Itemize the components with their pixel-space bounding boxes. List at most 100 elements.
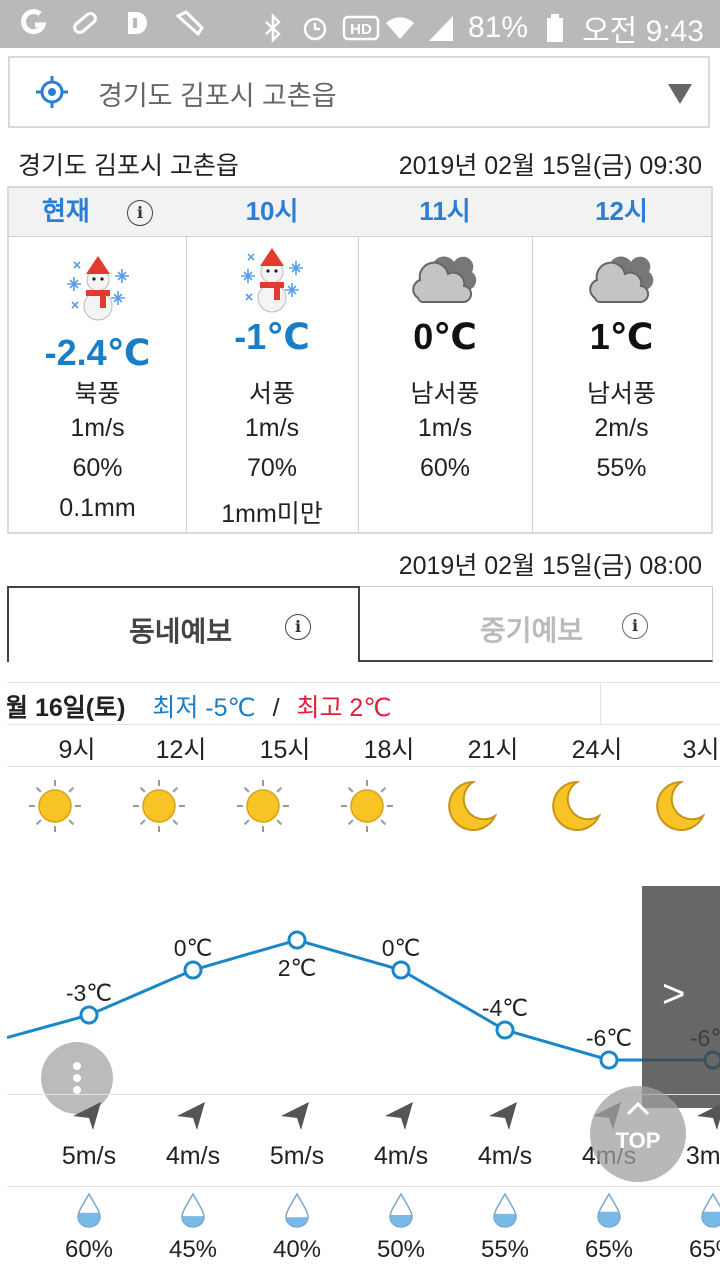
- hour-label: 3시: [682, 736, 720, 764]
- tab-label: 중기예보: [480, 615, 584, 646]
- hour-label: 15시: [259, 736, 311, 764]
- hourly-forecast[interactable]: 월 16일(토) 최저 -5℃ / 최고 2℃ 9시 12시 15시 18시 21시 24…: [7, 662, 720, 1280]
- current-col-11: 11시 0℃ 남서풍 1m/s 60%: [358, 188, 533, 532]
- rainfall: 0.1mm: [59, 494, 136, 522]
- wind-speed: 4m/s: [165, 1142, 221, 1170]
- wind-dir: 북풍: [74, 380, 121, 408]
- hour-label: 12시: [155, 736, 207, 764]
- wind-speed: 4m/s: [373, 1142, 429, 1170]
- temp-point: [183, 960, 203, 980]
- raindrop-icon: [285, 1192, 309, 1228]
- raindrop-icon: [389, 1192, 413, 1228]
- temp-point: [495, 1020, 515, 1040]
- tab-label: 동네예보: [129, 616, 233, 647]
- cloudy-icon: [588, 256, 653, 304]
- wifi-icon: [384, 13, 415, 43]
- temp-label: 0℃: [382, 935, 421, 961]
- location-selector[interactable]: 경기도 김포시 고촌읍: [8, 56, 710, 128]
- temp-point: [599, 1050, 619, 1070]
- day-summary: 월 16일(토) 최저 -5℃ / 최고 2℃: [7, 688, 391, 724]
- temp: -2.4℃: [44, 332, 151, 373]
- humidity: 70%: [246, 454, 298, 482]
- temp-label: 2℃: [278, 955, 317, 981]
- precip-percent: 50%: [376, 1236, 426, 1263]
- wind-direction-icon: [697, 1104, 720, 1130]
- info-icon[interactable]: i: [127, 200, 154, 227]
- raindrop-icon: [701, 1192, 720, 1228]
- signal-icon: [426, 13, 456, 43]
- alarm-icon: [300, 13, 330, 43]
- temp-point: [287, 930, 307, 950]
- day-label: 월 16일(토): [7, 694, 126, 722]
- location-text: 경기도 김포시 고촌읍: [98, 81, 337, 111]
- wind-speed: 2m/s: [594, 414, 649, 442]
- rainfall: 1mm미만: [221, 500, 323, 528]
- current-location-icon[interactable]: [34, 74, 70, 110]
- moon-icon: [656, 780, 706, 831]
- wind-speed: 1m/s: [70, 414, 125, 442]
- snowman-icon: [66, 256, 129, 321]
- app-notification-icon: [18, 8, 48, 38]
- current-col-10: 10시 -1℃ 서풍 1m/s 70% 1mm미만: [186, 188, 359, 532]
- precip-percent: 60%: [64, 1236, 114, 1263]
- min-temp: 최저 -5℃: [152, 694, 256, 722]
- raindrop-icon: [77, 1192, 101, 1228]
- wind-speed: 1m/s: [417, 414, 473, 442]
- precip-percent: 55%: [480, 1236, 530, 1263]
- dropdown-arrow-icon[interactable]: [666, 82, 694, 106]
- hour-label: 9시: [58, 736, 96, 764]
- pill-icon: [70, 8, 100, 38]
- humidity: 55%: [596, 454, 647, 482]
- hour-label: 18시: [363, 736, 415, 764]
- temp-point: [391, 960, 411, 980]
- next-arrow: >: [662, 972, 686, 1016]
- sun-icon: [237, 780, 289, 832]
- status-bar: HD 81% 오전 9:43: [0, 0, 720, 48]
- top-label: TOP: [615, 1128, 661, 1153]
- current-place: 경기도 김포시 고촌읍: [18, 152, 239, 180]
- max-temp: 최고 2℃: [296, 694, 392, 722]
- humidity: 60%: [419, 454, 471, 482]
- d-app-icon: [122, 8, 152, 38]
- wind-speed: 5m/s: [269, 1142, 325, 1170]
- cloudy-icon: [412, 256, 477, 304]
- current-timestamp: 2019년 02월 15일(금) 09:30: [398, 152, 702, 180]
- forecast-timestamp: 2019년 02월 15일(금) 08:00: [398, 552, 702, 580]
- info-icon[interactable]: i: [285, 614, 311, 640]
- wind-speed: 4m/s: [477, 1142, 533, 1170]
- moon-icon: [448, 780, 498, 831]
- wind-dir: 남서풍: [410, 380, 480, 408]
- next-page-button[interactable]: >: [642, 886, 720, 1108]
- bluetooth-icon: [258, 12, 288, 44]
- tab-mid-forecast[interactable]: 중기예보 i: [360, 586, 713, 662]
- hd-icon: HD: [342, 13, 380, 43]
- temp-label: -3℃: [66, 980, 112, 1006]
- info-icon[interactable]: i: [622, 613, 648, 639]
- snowman-icon: [241, 248, 303, 313]
- current-col-12: 12시 1℃ 남서풍 2m/s 55%: [532, 188, 711, 532]
- wind-direction-icon: [177, 1102, 205, 1130]
- raindrop-icon: [493, 1192, 517, 1228]
- moon-icon: [552, 780, 602, 831]
- col-header: 10시: [186, 188, 358, 237]
- wind-dir: 남서풍: [586, 380, 656, 408]
- raindrop-icon: [597, 1192, 621, 1228]
- precip-percent: 40%: [272, 1236, 322, 1263]
- temperature-line-chart: -3℃0℃2℃0℃-4℃-6℃-6℃: [7, 930, 720, 1070]
- hour-label: 24시: [571, 736, 623, 764]
- wind-speed: 5m/s: [61, 1142, 117, 1170]
- temp-label: -6℃: [586, 1025, 632, 1051]
- temp: -1℃: [234, 316, 310, 357]
- temp-label: 0℃: [174, 935, 213, 961]
- col-label: 현재: [41, 196, 90, 226]
- sun-icon: [29, 780, 81, 832]
- tab-local-forecast[interactable]: 동네예보 i: [7, 586, 360, 662]
- scroll-top-button[interactable]: TOP: [590, 1086, 686, 1182]
- wind-speed: 1m/s: [244, 414, 300, 442]
- wind-direction-icon: [73, 1102, 101, 1130]
- svg-text:HD: HD: [350, 21, 372, 38]
- battery-percent: 81%: [468, 11, 529, 44]
- col-header: 11시: [358, 188, 532, 237]
- current-col-now: 현재 i -2.4℃ 북풍 1m/s 60% 0.1mm: [9, 188, 187, 532]
- separator: /: [272, 694, 280, 722]
